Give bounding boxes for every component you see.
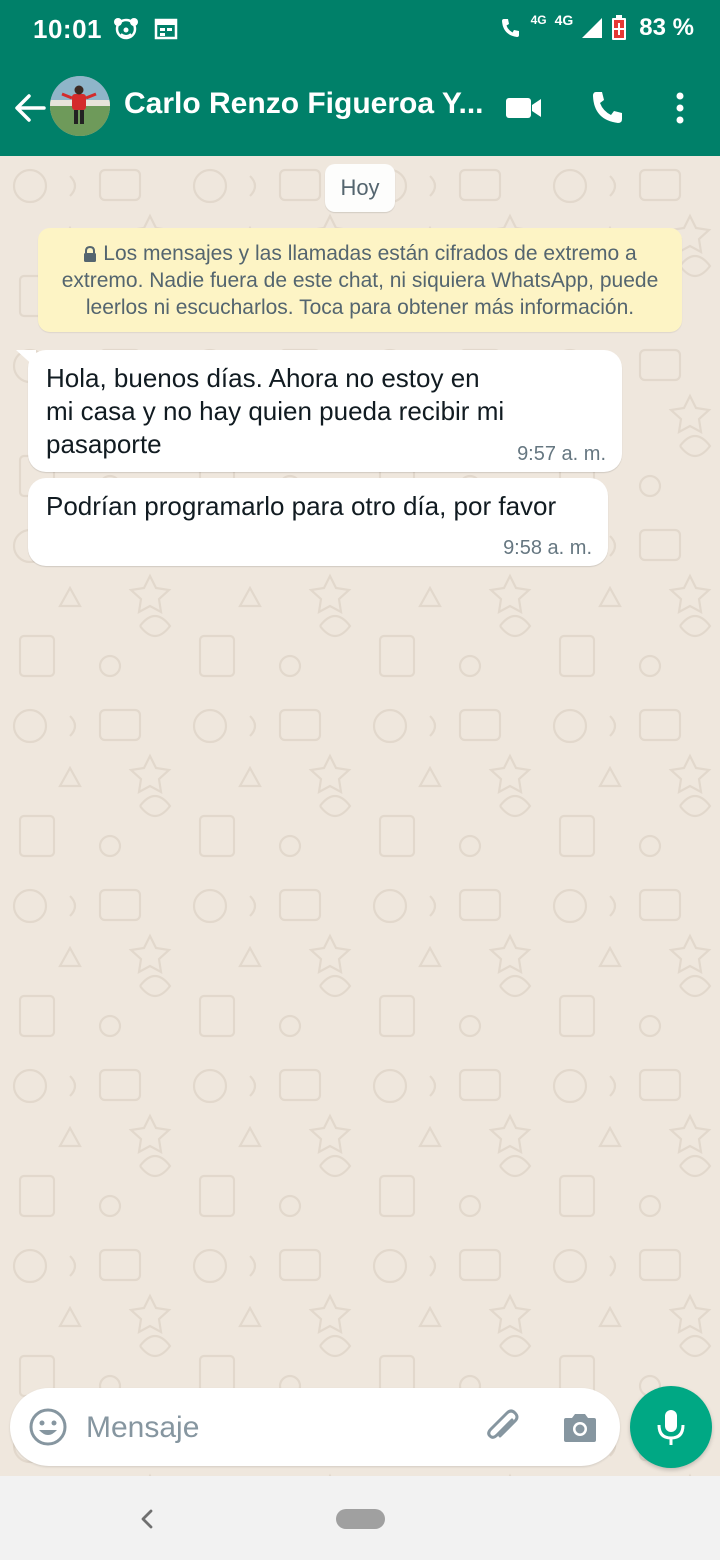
message-composer xyxy=(10,1388,620,1466)
chat-area[interactable]: Hoy Los mensajes y las llamadas están ci… xyxy=(0,156,720,1476)
encryption-text: Los mensajes y las llamadas están cifrad… xyxy=(61,242,659,319)
message-text: Hola, buenos días. Ahora no estoy en mi … xyxy=(46,363,505,459)
emoji-icon[interactable] xyxy=(28,1407,68,1447)
nav-back-icon[interactable] xyxy=(130,1502,164,1536)
chat-header: Carlo Renzo Figueroa Y... xyxy=(0,60,720,156)
network-label-2: 4G xyxy=(554,12,574,28)
status-bar: 10:01 4G 4G 83 % xyxy=(0,0,720,60)
video-call-icon[interactable] xyxy=(504,88,544,128)
camera-icon[interactable] xyxy=(560,1408,600,1448)
back-arrow-icon[interactable] xyxy=(10,88,50,128)
wifi-call-icon xyxy=(501,19,519,37)
network-label-1: 4G xyxy=(530,13,547,27)
message-text: Podrían programarlo para otro día, por f… xyxy=(46,491,557,521)
paperclip-icon[interactable] xyxy=(482,1406,524,1448)
encryption-notice[interactable]: Los mensajes y las llamadas están cifrad… xyxy=(38,228,682,332)
message-input[interactable] xyxy=(84,1406,468,1450)
status-indicators: 4G 4G 83 % xyxy=(499,12,694,42)
message-bubble[interactable]: Hola, buenos días. Ahora no estoy en mi … xyxy=(16,350,622,472)
signal-icon xyxy=(582,18,603,38)
nav-home-pill[interactable] xyxy=(336,1509,385,1529)
battery-percent: 83 % xyxy=(639,14,694,41)
message-time: 9:58 a. m. xyxy=(503,537,592,559)
more-options-icon[interactable] xyxy=(660,88,700,128)
avatar[interactable] xyxy=(50,76,110,136)
calendar-notification-icon xyxy=(154,18,178,45)
lock-icon xyxy=(84,246,97,262)
message-bubble[interactable]: Podrían programarlo para otro día, por f… xyxy=(28,478,608,566)
microphone-icon xyxy=(657,1410,685,1445)
system-nav-bar xyxy=(0,1476,720,1560)
status-time: 10:01 xyxy=(33,14,102,44)
clown-icon xyxy=(112,14,140,47)
message-time: 9:57 a. m. xyxy=(517,443,606,465)
contact-name[interactable]: Carlo Renzo Figueroa Y... xyxy=(124,87,484,121)
microphone-button[interactable] xyxy=(630,1386,712,1468)
date-chip: Hoy xyxy=(325,164,395,212)
voice-call-icon[interactable] xyxy=(588,88,628,128)
battery-icon xyxy=(612,15,627,40)
bubble-tail xyxy=(16,350,36,368)
